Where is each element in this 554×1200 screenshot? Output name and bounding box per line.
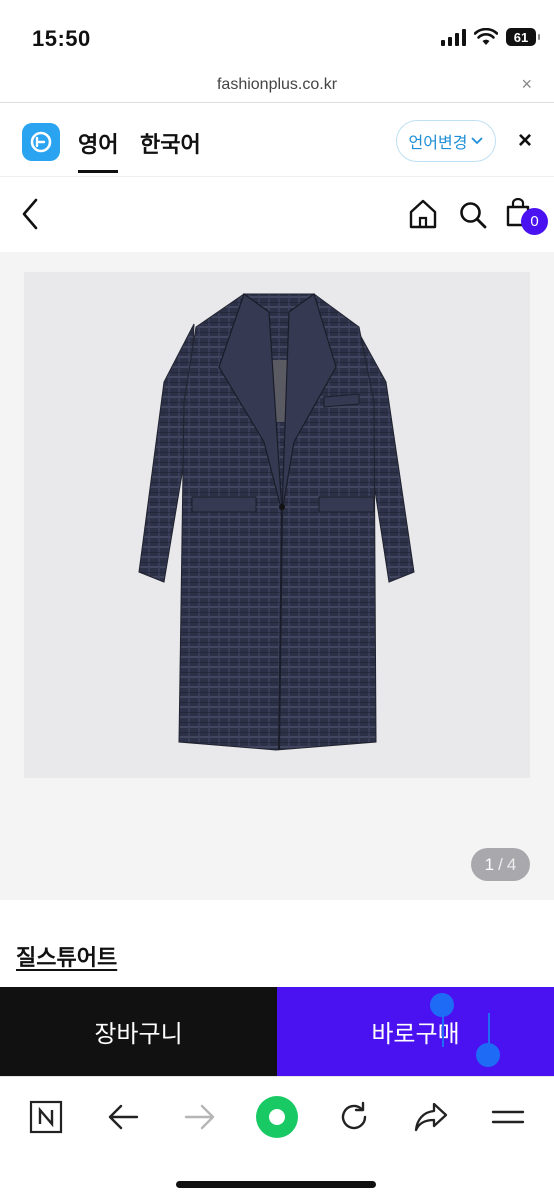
- url-bar: fashionplus.co.kr ×: [0, 72, 554, 102]
- pager-total: 4: [506, 854, 517, 874]
- forward-arrow-icon[interactable]: [178, 1095, 222, 1139]
- chevron-down-icon: [471, 137, 484, 145]
- cart-count-badge[interactable]: 0: [521, 208, 548, 235]
- status-bar: 15:50 61: [0, 0, 554, 72]
- translate-close-icon[interactable]: ×: [518, 127, 532, 155]
- status-icons: 61: [441, 28, 540, 46]
- cellular-signal-icon: [441, 28, 466, 46]
- back-arrow-icon[interactable]: [101, 1095, 145, 1139]
- add-to-cart-button[interactable]: 장바구니: [0, 987, 277, 1076]
- image-pager: 1 / 4: [471, 848, 530, 881]
- buy-now-label: 바로구매: [371, 1021, 460, 1048]
- back-icon[interactable]: [16, 194, 46, 234]
- green-dot-icon[interactable]: [255, 1095, 299, 1139]
- coat-image: [138, 293, 415, 751]
- share-icon[interactable]: [409, 1095, 453, 1139]
- home-indicator: [176, 1181, 376, 1188]
- change-language-button[interactable]: 언어변경: [396, 120, 496, 162]
- product-gallery[interactable]: 1 / 4: [0, 252, 554, 900]
- pager-current: 1: [484, 854, 495, 874]
- url-bar-close-icon[interactable]: ×: [521, 74, 532, 95]
- selection-handle-end[interactable]: [476, 1043, 500, 1067]
- translate-bar: 영어 한국어 언어변경 ×: [0, 103, 554, 177]
- reload-icon[interactable]: [332, 1095, 376, 1139]
- battery-level: 61: [513, 29, 529, 45]
- purchase-bar: 장바구니 바로구매: [0, 987, 554, 1076]
- buy-now-button[interactable]: 바로구매: [277, 987, 554, 1076]
- page-header: 0: [0, 178, 554, 252]
- product-image[interactable]: [24, 272, 530, 778]
- status-time: 15:50: [32, 26, 91, 51]
- selection-handle-start[interactable]: [430, 993, 454, 1017]
- tab-english[interactable]: 영어: [78, 127, 119, 173]
- naver-n-icon[interactable]: [24, 1095, 68, 1139]
- brand-link[interactable]: 질스튜어트: [16, 940, 117, 972]
- change-language-label: 언어변경: [408, 135, 468, 152]
- pager-separator: /: [498, 854, 503, 874]
- home-icon[interactable]: [408, 198, 438, 230]
- page-url[interactable]: fashionplus.co.kr: [0, 76, 554, 94]
- tab-korean[interactable]: 한국어: [140, 127, 201, 159]
- translate-logo-icon: [22, 123, 60, 161]
- wifi-icon: [474, 28, 498, 45]
- search-icon[interactable]: [458, 200, 488, 230]
- battery-icon: 61: [506, 28, 540, 46]
- menu-icon[interactable]: [486, 1095, 530, 1139]
